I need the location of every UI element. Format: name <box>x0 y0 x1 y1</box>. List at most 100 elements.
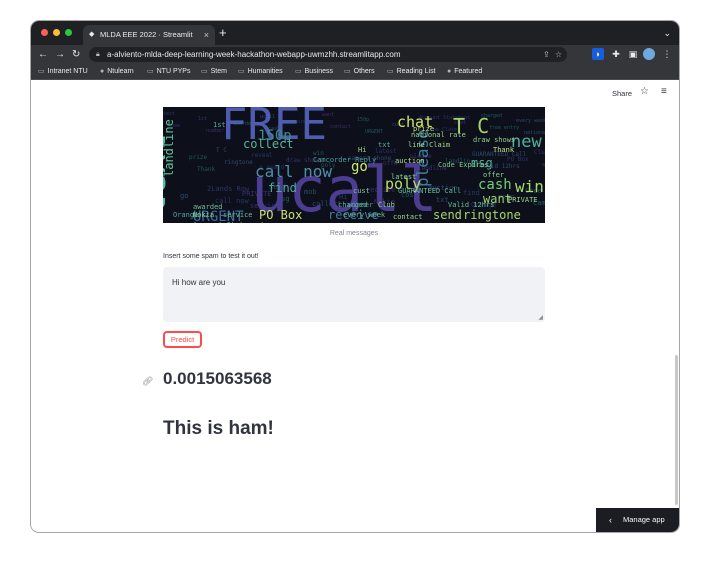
input-label: Insert some spam to test it out! <box>163 253 259 260</box>
profile-avatar[interactable] <box>643 48 655 60</box>
chrome-menu-icon[interactable]: ⋮ <box>661 48 673 60</box>
tab-search-icon[interactable]: ⌄ <box>663 24 671 42</box>
folder-icon: ▭ <box>344 68 351 75</box>
bookmark-featured[interactable]: ● Featured <box>447 64 482 79</box>
url-text: a-alviento-mlda-deep-learning-week-hacka… <box>107 50 401 59</box>
reload-icon[interactable]: ↻ <box>72 45 80 64</box>
share-page-icon[interactable]: ⇪ <box>543 47 550 62</box>
resize-grip-icon[interactable]: ◢ <box>538 314 543 321</box>
folder-icon: ▭ <box>295 68 302 75</box>
wordcloud-filler: Thank <box>197 166 215 173</box>
bookmark-folder-reading-list[interactable]: ▭ Reading List <box>387 64 436 79</box>
wordcloud-word: awarded <box>193 203 223 211</box>
wordcloud-word: GUARANTEED Call <box>398 187 461 195</box>
address-bar[interactable]: 🔒︎ a-alviento-mlda-deep-learning-week-ha… <box>89 47 567 62</box>
wordcloud-word: Thank <box>493 146 515 154</box>
wordcloud-word: ringtone <box>463 208 521 222</box>
wordcloud-filler: go <box>180 192 188 200</box>
wordcloud-word: new <box>511 132 542 152</box>
wordcloud-word: offer <box>483 171 504 179</box>
text-area-value: Hi how are you <box>172 278 226 287</box>
bookmark-folder-humanities[interactable]: ▭ Humanities <box>238 64 283 79</box>
wordcloud-word: collect <box>243 137 294 151</box>
wordcloud-filler: URGENT <box>365 129 383 135</box>
wordcloud-word: Orange <box>173 211 198 219</box>
wordcloud-svg: textT CsendwantlatestauctionchargedClub2… <box>163 107 545 223</box>
browser-toolbar: ← → ↻ 🔒︎ a-alviento-mlda-deep-learning-w… <box>31 45 679 64</box>
bookmark-folder-ntu-pyps[interactable]: ▭ NTU PYPs <box>147 64 190 79</box>
wordcloud-word: txt <box>378 141 391 149</box>
forward-icon[interactable]: → <box>55 45 65 64</box>
bookmark-intranet-ntu[interactable]: ▭ Intranet NTU <box>38 64 88 79</box>
globe-icon: ● <box>447 68 452 75</box>
wordcloud-filler: prize <box>189 154 207 161</box>
share-button[interactable]: Share <box>612 89 632 98</box>
anchor-link-icon[interactable]: 🔗︎ <box>142 376 153 387</box>
wordcloud-word: national rate <box>411 131 466 139</box>
wordcloud-filler: ringtone <box>224 159 253 166</box>
tab-close-icon[interactable]: × <box>204 25 209 45</box>
folder-icon: ▭ <box>238 68 245 75</box>
folder-icon: ▭ <box>387 68 394 75</box>
chevron-left-icon: ‹ <box>609 515 612 525</box>
manage-app-button[interactable]: ‹ Manage app <box>596 508 679 532</box>
bookmark-star-icon[interactable]: ☆ <box>555 47 562 62</box>
wordcloud-word: auction <box>395 157 425 165</box>
wordcloud-word: 1st <box>213 121 226 129</box>
wordcloud-word: contact <box>393 213 423 221</box>
wordcloud-word: win <box>515 177 544 196</box>
side-panel-icon[interactable]: ▣ <box>627 48 639 60</box>
wordcloud-filler: contact <box>330 124 351 130</box>
tab-title: MLDA EEE 2022 · Streamlit <box>100 30 193 39</box>
wordcloud-word: Valid 12hrs <box>448 201 494 209</box>
wordcloud-word: find <box>268 181 297 195</box>
wordcloud-filler: PO Box <box>507 156 529 163</box>
wordcloud-filler: text <box>163 111 175 117</box>
wordcloud-word: Club <box>378 201 395 209</box>
prediction-score: 0.0015063568 <box>163 369 272 388</box>
bookmark-ntulearn[interactable]: ● Ntulearn <box>100 64 134 79</box>
extensions-puzzle-icon[interactable]: ✚ <box>610 48 622 60</box>
bitwarden-extension-icon[interactable]: ◗ <box>592 48 604 60</box>
wordcloud-filler: 150p <box>357 117 369 123</box>
wordcloud-word: draw shows <box>473 136 515 144</box>
lock-icon: 🔒︎ <box>96 51 100 58</box>
streamlit-favicon-icon: ◆ <box>89 31 95 38</box>
back-icon[interactable]: ← <box>38 45 48 64</box>
spam-text-area[interactable]: Hi how are you ◢ <box>163 267 545 322</box>
wordcloud-word: cust <box>353 187 370 195</box>
tab-strip: ◆ MLDA EEE 2022 · Streamlit × + ⌄ <box>31 21 679 45</box>
bookmarks-bar: ▭ Intranet NTU ● Ntulearn ▭ NTU PYPs ▭ Stem … <box>31 64 679 80</box>
wordcloud-filler: txt <box>436 196 449 204</box>
wordcloud-filler: won <box>542 161 545 168</box>
wordcloud-word: Code Expires <box>438 161 489 169</box>
prediction-verdict: This is ham! <box>163 418 274 439</box>
wordcloud-word: landline <box>163 119 176 177</box>
wordcloud-word: service <box>223 211 253 219</box>
folder-icon: ▭ <box>201 68 208 75</box>
wordcloud-word: Hi <box>358 146 366 154</box>
wordcloud-word: send <box>433 208 462 222</box>
wordcloud-filler: free entry <box>489 125 519 131</box>
star-icon[interactable]: ☆ <box>640 86 649 97</box>
bookmark-folder-others[interactable]: ▭ Others <box>344 64 375 79</box>
globe-icon: ● <box>100 68 105 75</box>
bookmark-folder-stem[interactable]: ▭ Stem <box>201 64 227 79</box>
scrollbar[interactable] <box>675 355 678 505</box>
folder-icon: ▭ <box>147 68 154 75</box>
minimize-window-icon[interactable] <box>53 29 60 36</box>
hamburger-menu-icon[interactable]: ≡ <box>661 86 667 97</box>
browser-tab[interactable]: ◆ MLDA EEE 2022 · Streamlit × <box>83 25 215 45</box>
maximize-window-icon[interactable] <box>65 29 72 36</box>
predict-button[interactable]: Predict <box>163 331 202 348</box>
ntu-logo-icon: ▭ <box>38 68 45 75</box>
close-window-icon[interactable] <box>41 29 48 36</box>
wordcloud-word: PRIVATE <box>508 196 538 204</box>
browser-window: ◆ MLDA EEE 2022 · Streamlit × + ⌄ ← → ↻ … <box>31 21 679 532</box>
new-tab-button[interactable]: + <box>219 24 227 42</box>
wordcloud-word: Account Statement <box>193 221 265 223</box>
wordcloud-word: PO Box <box>259 208 302 222</box>
bookmark-folder-business[interactable]: ▭ Business <box>295 64 333 79</box>
wordcloud-word: Camcorder Reply <box>313 156 376 164</box>
wordcloud-filler: 1st <box>198 116 207 122</box>
